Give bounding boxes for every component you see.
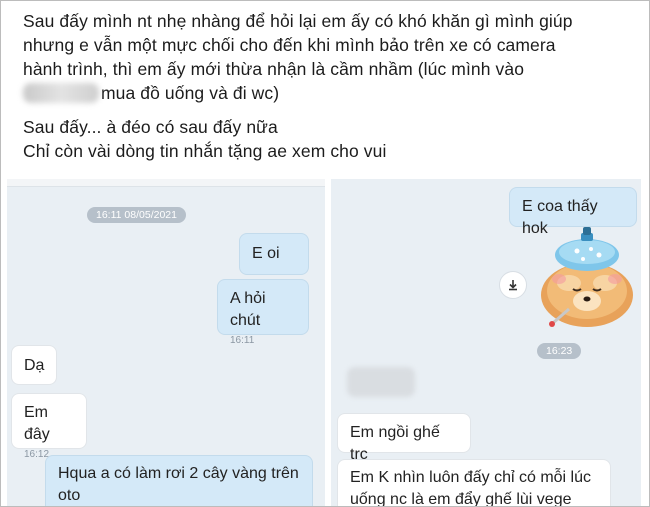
caption-line-4-text: mua đồ uống và đi wc) — [101, 83, 280, 103]
chat-screenshot-right: E coa thấy hok 16:23 Em ngồi ghế trc Em … — [331, 179, 641, 507]
incoming-message[interactable]: Em ngồi ghế trc — [337, 413, 471, 463]
redacted-place-name — [23, 83, 99, 103]
chat-screenshot-left: 16:11 08/05/2021 E oi A hỏi chút 16:11 D… — [7, 179, 325, 506]
date-stamp: 16:11 08/05/2021 — [87, 207, 186, 223]
pomeranian-ice-pack-sticker[interactable] — [529, 219, 639, 331]
message-text: Em đây — [24, 404, 50, 443]
outgoing-message[interactable]: Hqua a có làm rơi 2 cây vàng trên oto — [45, 455, 313, 506]
message-time: 16:11 — [230, 335, 255, 346]
caption-line-4: mua đồ uống và đi wc) — [23, 81, 638, 105]
incoming-message[interactable]: Dạ — [11, 345, 57, 385]
message-text: Hqua a có làm rơi 2 cây vàng trên oto — [58, 465, 299, 504]
message-text: A hỏi chút — [230, 290, 266, 329]
post-frame: Sau đấy mình nt nhẹ nhàng để hỏi lại em … — [0, 0, 650, 507]
caption-line-1: Sau đấy mình nt nhẹ nhàng để hỏi lại em … — [23, 11, 573, 31]
chat-screenshots: 16:11 08/05/2021 E oi A hỏi chút 16:11 D… — [7, 179, 641, 507]
message-text: Dạ — [24, 357, 45, 374]
outgoing-message[interactable]: A hỏi chút 16:11 — [217, 279, 309, 346]
post-caption: Sau đấy mình nt nhẹ nhàng để hỏi lại em … — [23, 9, 638, 163]
caption-line-5: Sau đấy... à đéo có sau đấy nữa — [23, 117, 278, 137]
sticker-time: 16:23 — [537, 343, 582, 359]
message-text: E oi — [252, 245, 280, 262]
message-text: Em K nhìn luôn đấy chỉ có mỗi lúc uống n… — [350, 469, 592, 507]
caption-line-2: nhưng e vẫn một mực chối cho đến khi mìn… — [23, 35, 556, 55]
caption-line-6: Chỉ còn vài dòng tin nhắn tặng ae xem ch… — [23, 141, 387, 161]
message-text: Em ngồi ghế trc — [350, 424, 440, 463]
incoming-message[interactable]: Em đây 16:12 — [11, 393, 87, 460]
incoming-message[interactable]: Em K nhìn luôn đấy chỉ có mỗi lúc uống n… — [337, 459, 611, 507]
download-icon[interactable] — [499, 271, 527, 299]
outgoing-message[interactable]: E oi — [239, 233, 309, 275]
redacted-message — [347, 367, 415, 397]
status-strip — [7, 179, 325, 187]
caption-line-3: hành trình, thì em ấy mới thừa nhận là c… — [23, 59, 525, 79]
